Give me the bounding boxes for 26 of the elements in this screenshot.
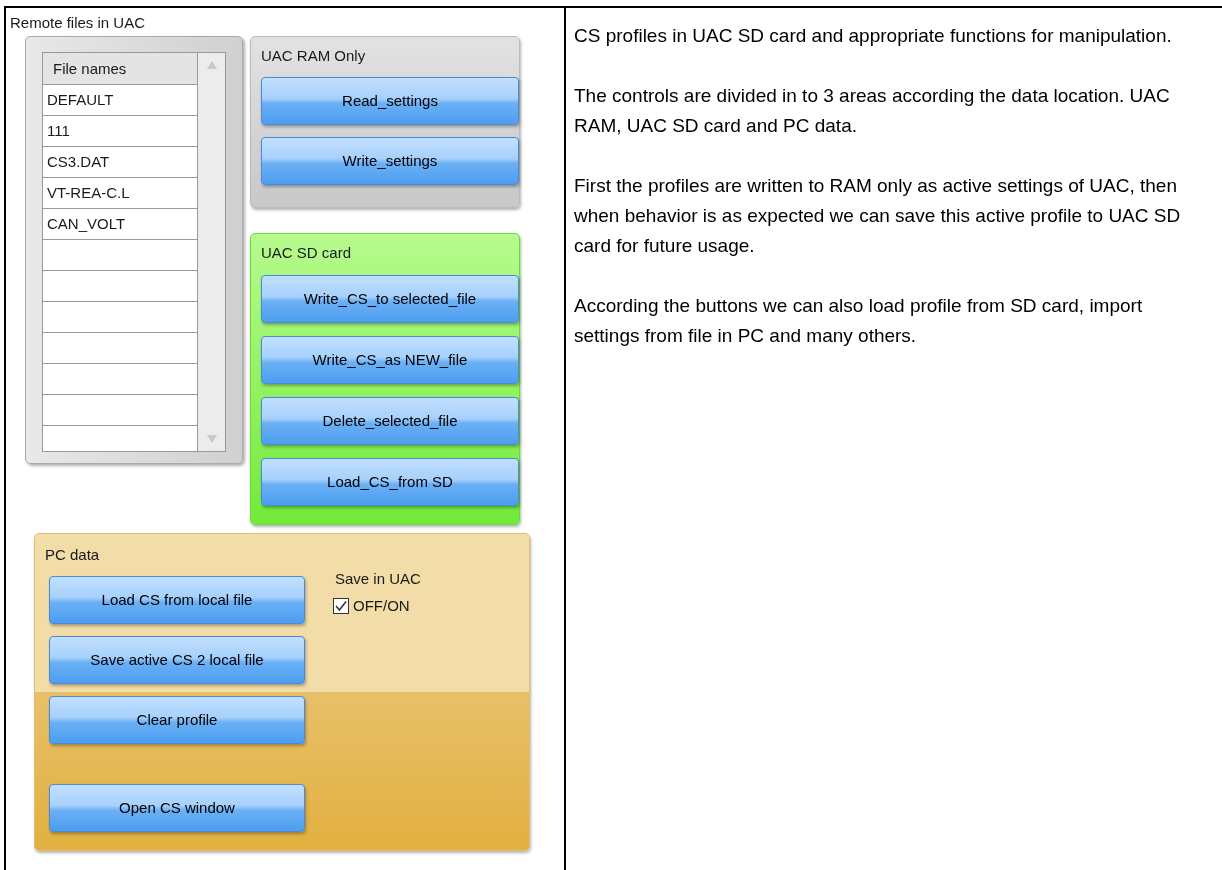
- description-paragraph: First the profiles are written to RAM only as active settings of UAC, then when behavior is as expected we can save this active profile to UAC SD card for future usage.: [574, 174, 1182, 258]
- scroll-down-icon[interactable]: [206, 435, 217, 443]
- description-paragraph: According the buttons we can also load profile from SD card, import settings from file in PC and many others.: [574, 294, 1144, 348]
- action-button[interactable]: Write_CS_as NEW_file: [261, 336, 519, 384]
- description-paragraph: CS profiles in UAC SD card and appropriate functions for manipulation.: [574, 24, 1173, 48]
- action-button[interactable]: Delete_selected_file: [261, 397, 519, 445]
- action-button[interactable]: Load_CS_from SD: [261, 458, 519, 506]
- action-button[interactable]: Open CS window: [49, 784, 305, 832]
- group-title: UAC SD card: [261, 243, 353, 262]
- checkbox[interactable]: [333, 597, 349, 614]
- action-button[interactable]: Save active CS 2 local file: [49, 636, 305, 684]
- action-button[interactable]: Read_settings: [261, 77, 519, 125]
- column-header: File names: [43, 53, 197, 85]
- action-button[interactable]: Write_settings: [261, 137, 519, 185]
- action-button[interactable]: Load CS from local file: [49, 576, 305, 624]
- scrollbar[interactable]: [197, 53, 225, 451]
- scroll-up-icon[interactable]: [206, 61, 217, 69]
- action-button[interactable]: Write_CS_to selected_file: [261, 275, 519, 323]
- checkbox-label: OFF/ON: [353, 595, 410, 616]
- option-label: Save in UAC: [335, 569, 421, 589]
- group-title: Remote files in UAC: [10, 13, 147, 33]
- group-title: UAC RAM Only: [261, 46, 367, 65]
- group-title: PC data: [45, 545, 101, 564]
- description-paragraph: The controls are divided in to 3 areas according the data location. UAC RAM, UAC SD card and PC data.: [574, 84, 1171, 138]
- check-icon: [335, 599, 347, 612]
- action-button[interactable]: Clear profile: [49, 696, 305, 744]
